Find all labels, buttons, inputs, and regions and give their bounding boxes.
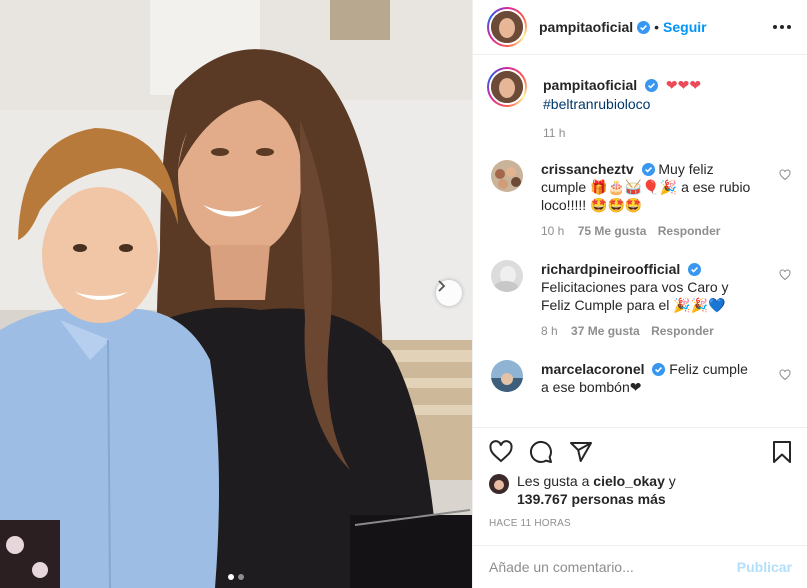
liker-username[interactable]: cielo_okay: [593, 473, 665, 489]
comment-time[interactable]: 10 h: [541, 224, 564, 238]
commenter-avatar[interactable]: [491, 160, 523, 192]
caption-time[interactable]: 11 h: [543, 126, 701, 140]
comment-likes[interactable]: 75 Me gusta: [578, 224, 647, 238]
comment-username[interactable]: marcelacoronel: [541, 361, 645, 377]
commenter-avatar[interactable]: [491, 260, 523, 292]
post-header: pampitaoficial • Seguir: [473, 0, 807, 55]
likes-prefix: Les gusta a: [517, 473, 590, 489]
comment-item: richardpineiroofficial Felicitaciones pa…: [487, 260, 791, 340]
heart-icon[interactable]: [489, 440, 513, 464]
verified-icon: [688, 262, 702, 276]
post-timestamp[interactable]: HACE 11 HORAS: [489, 518, 794, 529]
more-icon[interactable]: [773, 25, 791, 29]
reply-button[interactable]: Responder: [658, 224, 721, 238]
caption-avatar[interactable]: [487, 67, 527, 107]
comment-input[interactable]: [489, 559, 737, 575]
author-avatar[interactable]: [487, 7, 527, 47]
verified-icon: [652, 362, 666, 376]
comments-list[interactable]: pampitaoficial ❤❤❤ #beltranrubioloco 11 …: [473, 55, 807, 413]
liker-avatar[interactable]: [489, 474, 509, 494]
comment-item: crissancheztv Muy feliz cumple 🎁🎂🥁🎈🎉 a e…: [487, 160, 791, 240]
photo-illustration: [0, 0, 472, 588]
likes-conj: y: [668, 473, 676, 489]
comment-username[interactable]: crissancheztv: [541, 161, 634, 177]
carousel-dot: [238, 574, 244, 580]
post-actions: Les gusta a cielo_okay y 139.767 persona…: [473, 427, 807, 529]
caption-username[interactable]: pampitaoficial: [543, 77, 637, 93]
author-username[interactable]: pampitaoficial: [539, 19, 633, 35]
verified-icon: [641, 162, 655, 176]
header-separator: •: [654, 19, 660, 35]
caption-text: ❤❤❤: [665, 77, 702, 93]
comment-username[interactable]: richardpineiroofficial: [541, 261, 680, 277]
heart-icon[interactable]: [779, 168, 791, 184]
carousel-dot: [228, 574, 234, 580]
reply-button[interactable]: Responder: [651, 324, 714, 338]
instagram-post: pampitaoficial • Seguir pampitaoficial ❤…: [0, 0, 807, 588]
commenter-avatar[interactable]: [491, 360, 523, 392]
verified-icon: [645, 79, 659, 92]
comment-text: Felicitaciones para vos Caro y Feliz Cum…: [541, 279, 729, 313]
likes-count[interactable]: 139.767 personas más: [517, 491, 666, 507]
add-comment-bar: Publicar: [473, 545, 807, 588]
share-icon[interactable]: [569, 440, 593, 464]
next-photo-button[interactable]: [436, 280, 462, 306]
heart-icon[interactable]: [779, 368, 791, 384]
comment-item: marcelacoronel Feliz cumple a ese bombón…: [487, 360, 791, 396]
carousel-dots: [0, 574, 472, 580]
comment-time[interactable]: 8 h: [541, 324, 558, 338]
follow-button[interactable]: Seguir: [663, 19, 707, 35]
caption: pampitaoficial ❤❤❤ #beltranrubioloco 11 …: [487, 67, 791, 140]
bookmark-icon[interactable]: [770, 440, 794, 464]
post-photo[interactable]: [0, 0, 472, 588]
publish-button[interactable]: Publicar: [737, 559, 792, 575]
likes-summary: Les gusta a cielo_okay y 139.767 persona…: [489, 472, 794, 508]
comment-likes[interactable]: 37 Me gusta: [571, 324, 640, 338]
heart-icon[interactable]: [779, 268, 791, 284]
verified-icon: [637, 20, 651, 34]
comment-icon[interactable]: [529, 440, 553, 464]
post-side-panel: pampitaoficial • Seguir pampitaoficial ❤…: [472, 0, 807, 588]
caption-hashtag[interactable]: #beltranrubioloco: [543, 96, 701, 112]
